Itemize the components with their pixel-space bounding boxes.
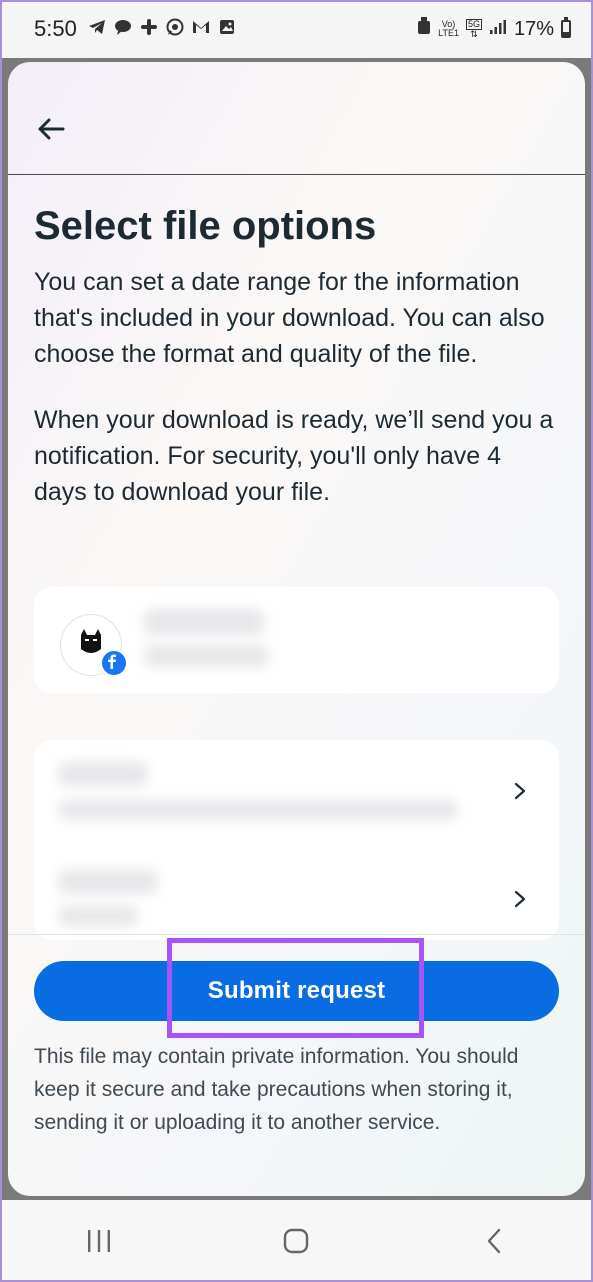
- notification-icons: [87, 18, 237, 41]
- blurred-option-value: [58, 906, 138, 926]
- privacy-disclaimer: This file may contain private informatio…: [34, 1045, 519, 1134]
- blurred-account-name: [144, 609, 264, 635]
- home-icon: [284, 1228, 309, 1254]
- whatsapp-icon: [165, 18, 185, 41]
- system-navigation-bar: [0, 1200, 593, 1282]
- sheet-content: Select file options You can set a date r…: [34, 202, 559, 540]
- page-title: Select file options: [34, 204, 377, 248]
- file-options-list: [34, 740, 559, 940]
- volte-bottom: LTE1: [438, 28, 459, 38]
- blurred-option-title: [58, 870, 158, 894]
- telegram-icon: [87, 19, 107, 40]
- data-arrows-icon: ⇅: [470, 29, 478, 39]
- battery-icon: [561, 17, 571, 38]
- alarm-icon: [417, 17, 431, 41]
- submit-request-button[interactable]: Submit request: [34, 961, 559, 1021]
- recent-apps-button[interactable]: [59, 1211, 139, 1271]
- description-date-range: You can set a date range for the informa…: [34, 268, 545, 368]
- signal-icon: [489, 18, 507, 41]
- chevron-right-icon: [514, 890, 526, 908]
- recent-apps-icon: [87, 1230, 110, 1252]
- sheet-header: [8, 62, 585, 175]
- slack-icon: [139, 18, 159, 40]
- status-time: 5:50: [34, 16, 77, 41]
- chevron-left-icon: [487, 1228, 501, 1254]
- back-nav-button[interactable]: [454, 1211, 534, 1271]
- description-notification: When your download is ready, we’ll send …: [34, 406, 554, 506]
- file-options-sheet: Select file options You can set a date r…: [8, 62, 585, 1196]
- volte-indicator: Vo) LTE1: [438, 20, 459, 38]
- footer-divider: [8, 934, 585, 935]
- facebook-icon: [100, 649, 128, 677]
- blurred-option-value: [58, 800, 458, 820]
- back-button[interactable]: [36, 114, 66, 144]
- 5g-indicator: 5G ⇅: [465, 19, 482, 39]
- chevron-right-icon: [514, 782, 526, 800]
- gmail-icon: [191, 19, 211, 39]
- account-card[interactable]: [34, 587, 559, 693]
- option-row-format[interactable]: [34, 844, 559, 940]
- blurred-account-type: [144, 645, 269, 667]
- arrow-left-icon: [38, 118, 65, 140]
- home-button[interactable]: [256, 1211, 336, 1271]
- status-bar: 5:50 Vo) LTE1 5G ⇅ 17%: [0, 0, 593, 58]
- gallery-icon: [217, 19, 237, 40]
- battery-percent: 17%: [513, 17, 554, 40]
- status-right: Vo) LTE1 5G ⇅ 17%: [417, 17, 571, 41]
- chat-icon: [113, 19, 133, 40]
- blurred-option-title: [58, 762, 148, 786]
- option-row-date-range[interactable]: [34, 740, 559, 840]
